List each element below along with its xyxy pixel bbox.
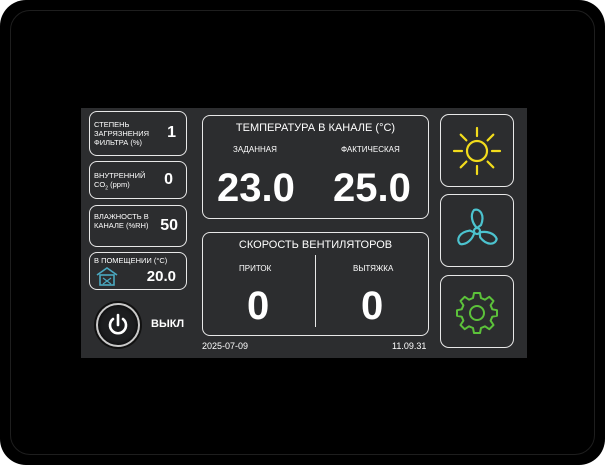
actual-temperature-value: 25.0 bbox=[333, 166, 411, 210]
actual-temperature-label: ФАКТИЧЕСКАЯ bbox=[341, 145, 400, 154]
ventilation-button[interactable] bbox=[440, 194, 514, 267]
exhaust-fan-label: ВЫТЯЖКА bbox=[353, 264, 394, 273]
co2-label-co: CO bbox=[94, 180, 106, 189]
co2-value: 0 bbox=[164, 171, 173, 188]
supply-fan-value[interactable]: 0 bbox=[247, 284, 269, 329]
set-temperature-label: ЗАДАННАЯ bbox=[233, 145, 277, 154]
house-thermometer-icon bbox=[96, 267, 118, 286]
sun-icon bbox=[452, 126, 502, 175]
fan-panel-divider bbox=[315, 255, 316, 327]
room-temperature-label: В ПОМЕЩЕНИИ (°C) bbox=[94, 256, 168, 265]
room-temperature-card: В ПОМЕЩЕНИИ (°C) 20.0 bbox=[89, 252, 187, 290]
supply-fan-label: ПРИТОК bbox=[239, 264, 272, 273]
gear-icon bbox=[456, 291, 498, 334]
co2-label: ВНУТРЕННИЙ CO2 (ppm) bbox=[94, 171, 158, 194]
power-state-label: ВЫКЛ bbox=[151, 318, 185, 330]
fan-speed-title: СКОРОСТЬ ВЕНТИЛЯТОРОВ bbox=[238, 239, 393, 251]
humidity-card: ВЛАЖНОСТЬ В КАНАЛЕ (%RH) 50 bbox=[89, 205, 187, 247]
current-time: 11.09.31 bbox=[392, 341, 427, 351]
exhaust-fan-value[interactable]: 0 bbox=[361, 284, 383, 329]
settings-button[interactable] bbox=[440, 275, 514, 348]
duct-temperature-panel: ТЕМПЕРАТУРА В КАНАЛЕ (°C) ЗАДАННАЯ ФАКТИ… bbox=[202, 115, 429, 219]
co2-card: ВНУТРЕННИЙ CO2 (ppm) 0 bbox=[89, 161, 187, 199]
control-panel-screen: СТЕПЕНЬ ЗАГРЯЗНЕНИЯ ФИЛЬТРА (%) 1 ВНУТРЕ… bbox=[81, 108, 527, 358]
duct-temperature-title: ТЕМПЕРАТУРА В КАНАЛЕ (°C) bbox=[235, 122, 396, 134]
filter-contamination-label: СТЕПЕНЬ ЗАГРЯЗНЕНИЯ ФИЛЬТРА (%) bbox=[94, 120, 150, 147]
filter-contamination-value: 1 bbox=[167, 124, 176, 141]
power-icon bbox=[108, 313, 128, 335]
co2-label-main: ВНУТРЕННИЙ bbox=[94, 171, 146, 180]
set-temperature-value[interactable]: 23.0 bbox=[217, 166, 295, 211]
heating-button[interactable] bbox=[440, 114, 514, 187]
room-temperature-value: 20.0 bbox=[146, 268, 176, 285]
power-button[interactable] bbox=[96, 303, 140, 347]
filter-contamination-card: СТЕПЕНЬ ЗАГРЯЗНЕНИЯ ФИЛЬТРА (%) 1 bbox=[89, 111, 187, 156]
fan-speed-panel: СКОРОСТЬ ВЕНТИЛЯТОРОВ ПРИТОК ВЫТЯЖКА 0 0 bbox=[202, 232, 429, 336]
fan-icon bbox=[457, 208, 498, 245]
current-date: 2025-07-09 bbox=[202, 341, 249, 351]
humidity-value: 50 bbox=[160, 217, 178, 234]
humidity-label: ВЛАЖНОСТЬ В КАНАЛЕ (%RH) bbox=[94, 212, 149, 230]
co2-label-unit: (ppm) bbox=[108, 180, 130, 189]
